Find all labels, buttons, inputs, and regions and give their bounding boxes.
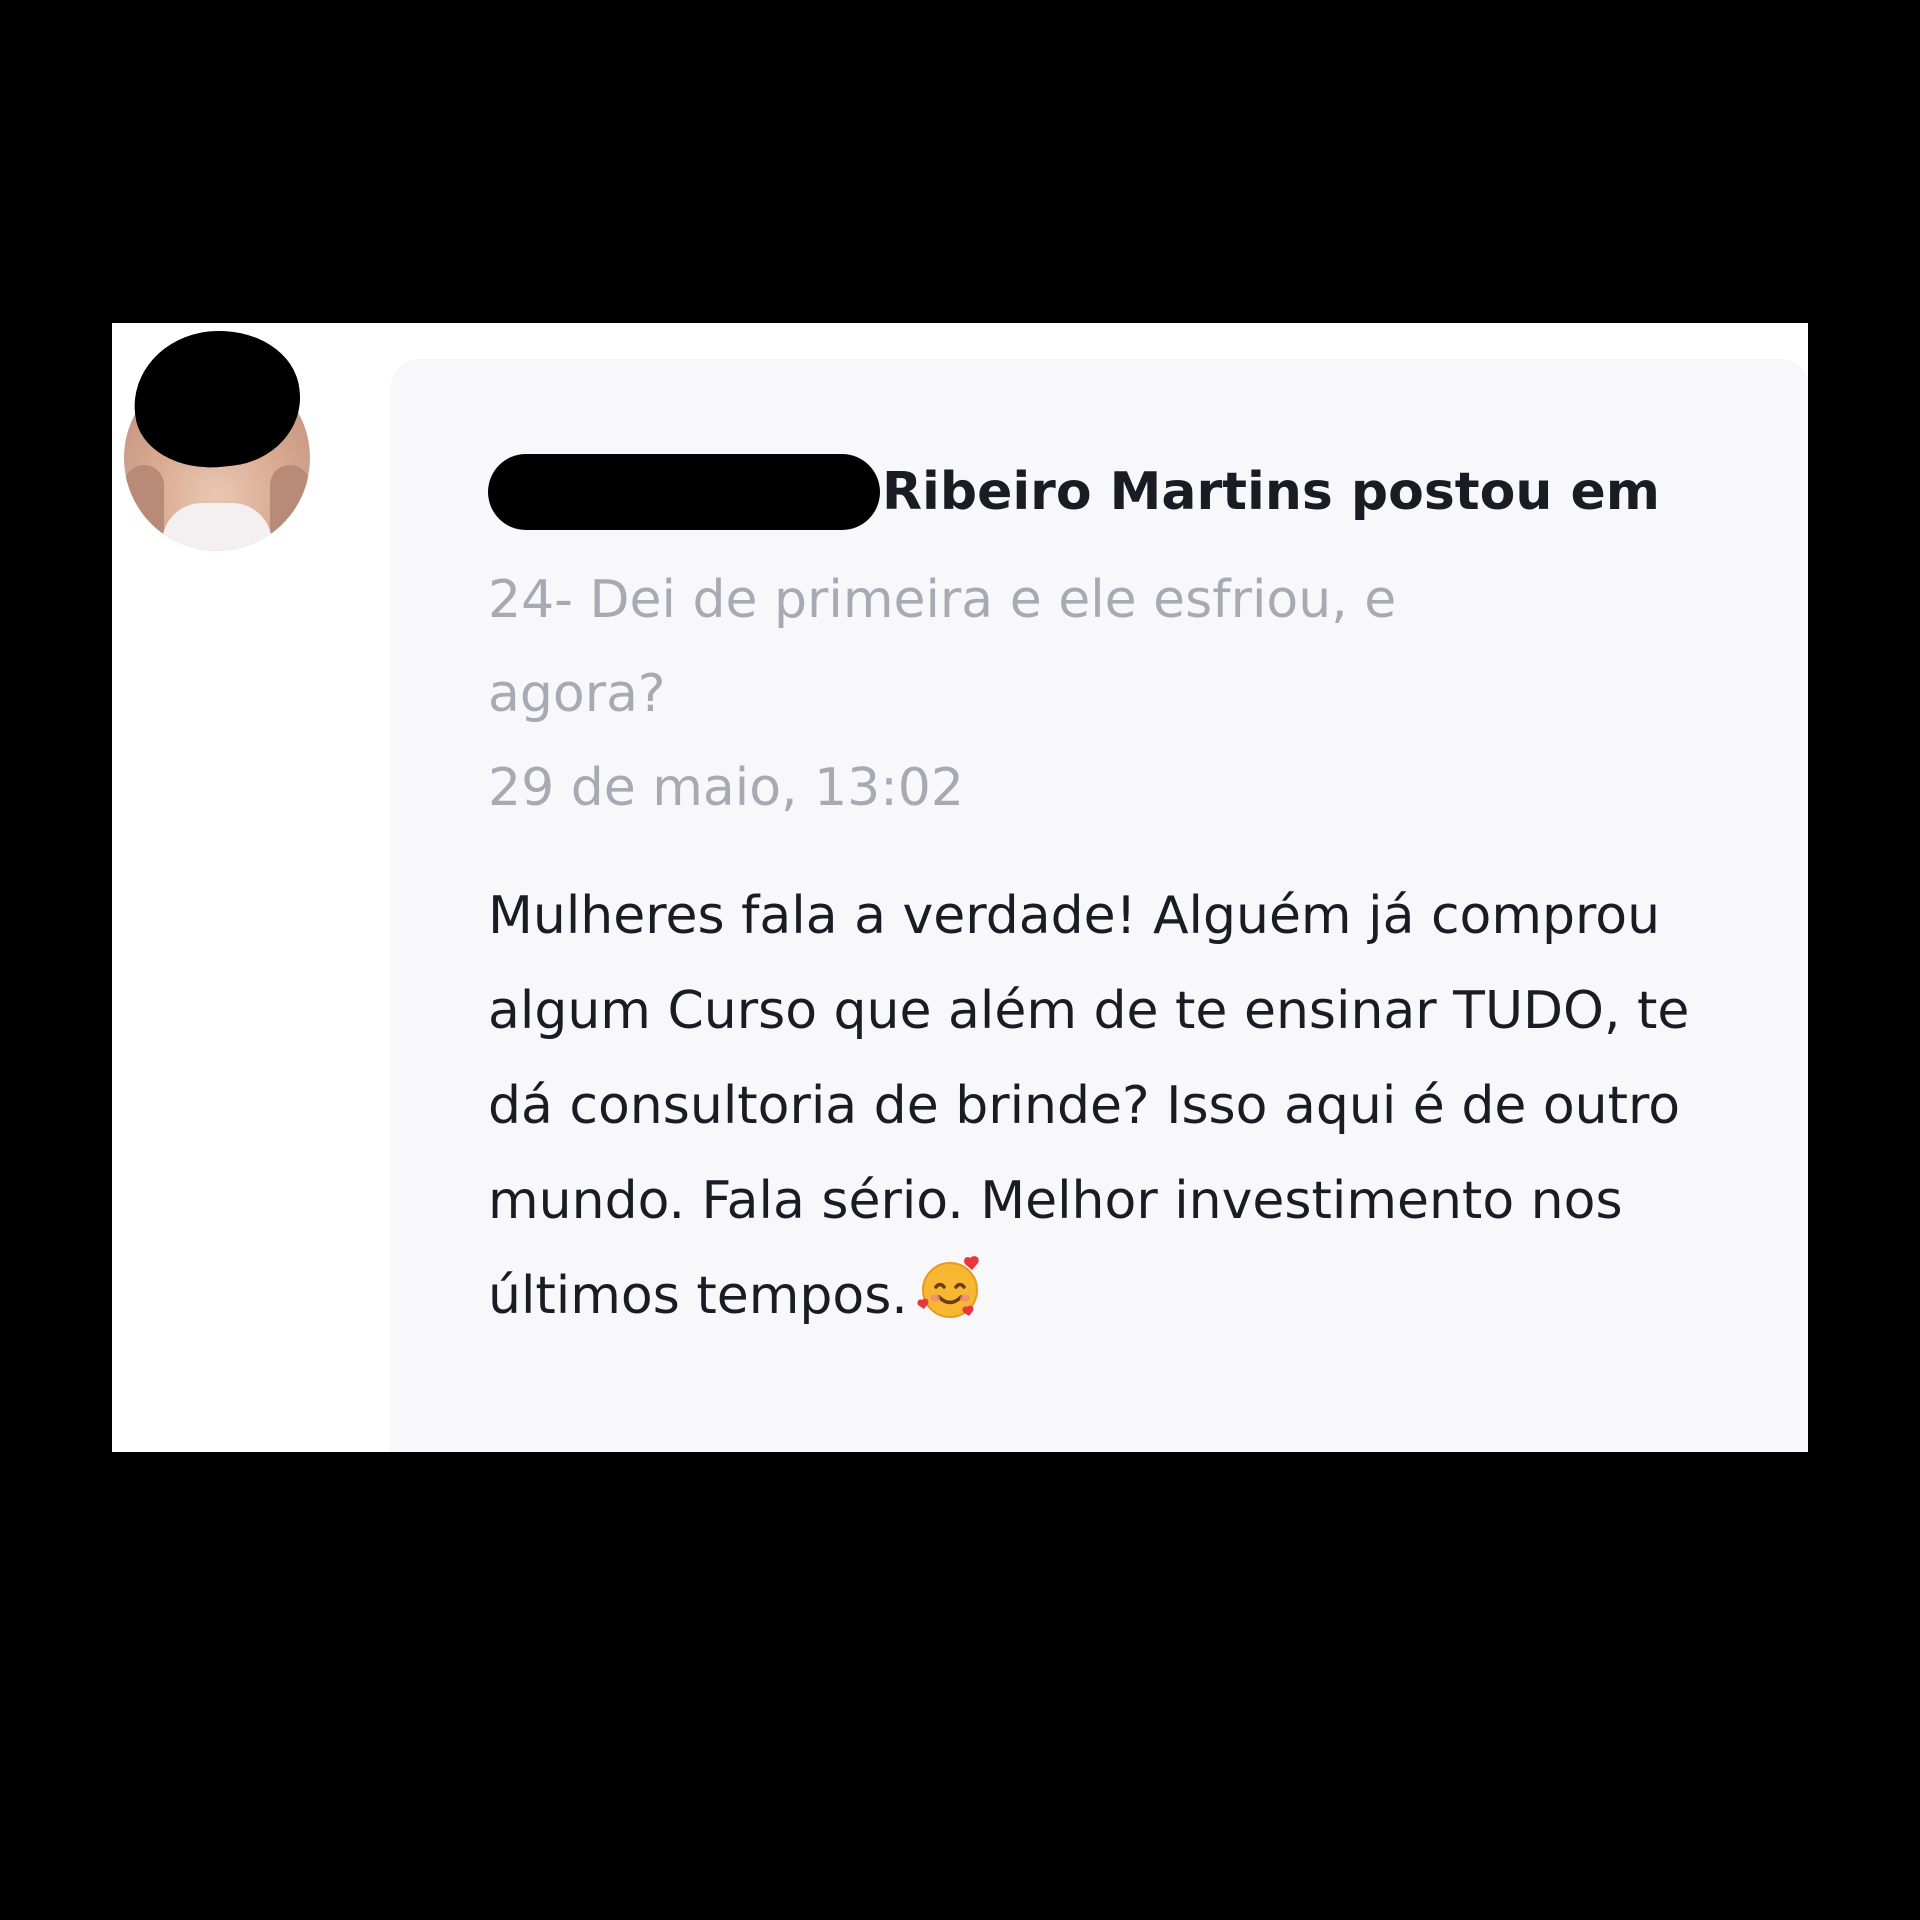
smiling-face-with-hearts-icon (914, 1251, 986, 1323)
avatar-photo-detail (124, 465, 164, 551)
post-body: Mulheres fala a verdade! Alguém já compr… (488, 869, 1708, 1344)
avatar-photo-detail (270, 465, 310, 551)
post-card: Ribeiro Martins postou em 24- Dei de pri… (390, 359, 1808, 1452)
post-content: Ribeiro Martins postou em 24- Dei de pri… (488, 454, 1748, 1344)
author-name[interactable]: Ribeiro Martins (882, 462, 1333, 522)
post-header: Ribeiro Martins postou em (488, 454, 1748, 530)
post-screenshot: Ribeiro Martins postou em 24- Dei de pri… (112, 323, 1808, 1452)
post-body-text: Mulheres fala a verdade! Alguém já compr… (488, 886, 1690, 1326)
post-timestamp: 29 de maio, 13:02 (488, 758, 964, 818)
name-redaction (488, 454, 880, 530)
post-action: postou em (1350, 462, 1660, 522)
topic-link[interactable]: 24- Dei de primeira e ele esfriou, e ago… (488, 553, 1588, 741)
avatar-photo-detail (162, 503, 272, 551)
